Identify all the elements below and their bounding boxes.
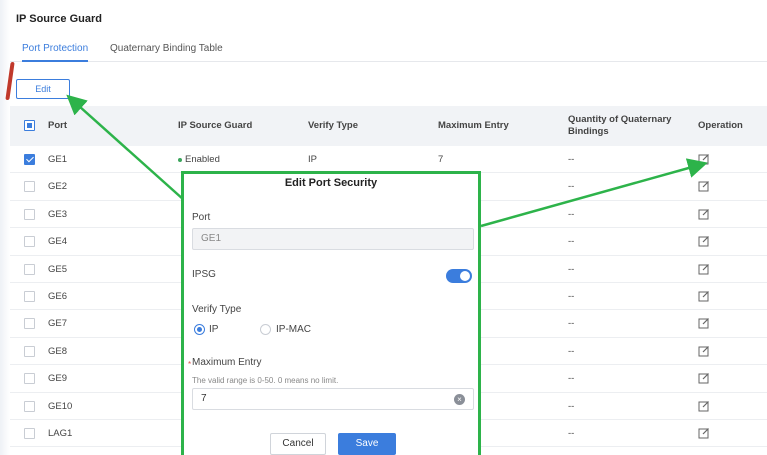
row-checkbox[interactable] [24, 181, 35, 193]
row-checkbox[interactable] [24, 263, 35, 275]
quantity-cell: -- [568, 236, 575, 248]
port-cell: GE6 [48, 290, 68, 302]
maximum-entry-hint: The valid range is 0-50. 0 means no limi… [192, 376, 339, 385]
edit-icon[interactable] [698, 153, 710, 165]
ipsg-toggle[interactable] [446, 269, 472, 283]
quantity-cell: -- [568, 427, 575, 439]
port-cell: GE3 [48, 208, 68, 220]
page-title: IP Source Guard [16, 13, 102, 25]
header-maximum-entry: Maximum Entry [438, 120, 509, 131]
row-checkbox[interactable] [24, 290, 35, 302]
ipsg-cell: Enabled [178, 146, 220, 173]
quantity-cell: -- [568, 318, 575, 330]
radio-ip-mac-label[interactable]: IP-MAC [276, 324, 311, 335]
left-edge [0, 0, 10, 455]
tab-quaternary-binding-table[interactable]: Quaternary Binding Table [110, 43, 223, 60]
quantity-cell: -- [568, 208, 575, 220]
save-button[interactable]: Save [338, 433, 396, 455]
port-cell: GE1 [48, 154, 68, 165]
header-ip-source-guard: IP Source Guard [178, 120, 253, 131]
verify-type-cell: IP [308, 154, 317, 165]
port-cell: LAG1 [48, 427, 73, 439]
edit-icon[interactable] [698, 208, 710, 220]
header-verify-type: Verify Type [308, 120, 358, 131]
maximum-entry-label: Maximum Entry [192, 357, 262, 368]
table-row: GE1 Enabled IP 7 -- [10, 146, 767, 174]
port-cell: GE4 [48, 236, 68, 248]
header-quantity: Quantity of Quaternary Bindings [568, 114, 672, 137]
edit-icon[interactable] [698, 345, 710, 357]
port-field: GE1 [192, 228, 474, 250]
verify-type-label: Verify Type [192, 304, 242, 315]
select-all-checkbox[interactable] [24, 120, 35, 131]
maximum-entry-input[interactable]: 7 × [192, 388, 474, 410]
edit-button[interactable]: Edit [16, 79, 70, 99]
row-checkbox[interactable] [24, 236, 35, 248]
edit-icon[interactable] [698, 180, 710, 192]
port-cell: GE5 [48, 263, 68, 275]
edit-icon[interactable] [698, 317, 710, 329]
edit-icon[interactable] [698, 427, 710, 439]
row-checkbox[interactable] [24, 427, 35, 439]
table-header: Port IP Source Guard Verify Type Maximum… [10, 106, 767, 146]
clear-icon[interactable]: × [454, 394, 465, 405]
port-cell: GE10 [48, 400, 73, 412]
port-label: Port [192, 212, 211, 223]
status-dot [178, 157, 182, 162]
quantity-cell: -- [568, 181, 575, 193]
tab-port-protection[interactable]: Port Protection [22, 43, 89, 62]
edit-port-security-dialog: Edit Port Security Port GE1 IPSG Verify … [181, 171, 481, 455]
radio-ip-label[interactable]: IP [209, 324, 218, 335]
maximum-entry-cell: 7 [438, 154, 444, 165]
port-cell: GE2 [48, 181, 68, 193]
edit-icon[interactable] [698, 400, 710, 412]
quantity-cell: -- [568, 400, 575, 412]
header-operation: Operation [698, 120, 743, 131]
row-checkbox[interactable] [24, 318, 35, 330]
required-mark: * [188, 360, 192, 369]
ipsg-status: Enabled [185, 154, 220, 165]
cancel-button[interactable]: Cancel [270, 433, 326, 455]
radio-ip-mac[interactable] [260, 324, 271, 335]
row-checkbox[interactable] [24, 208, 35, 220]
quantity-cell: -- [568, 263, 575, 275]
edit-icon[interactable] [698, 263, 710, 275]
port-cell: GE7 [48, 318, 68, 330]
header-port: Port [48, 120, 67, 131]
row-checkbox[interactable] [24, 400, 35, 412]
radio-ip[interactable] [194, 324, 205, 335]
quantity-cell: -- [568, 290, 575, 302]
edit-icon[interactable] [698, 235, 710, 247]
maximum-entry-value: 7 [201, 393, 207, 404]
tab-bar: Port Protection Quaternary Binding Table [10, 40, 767, 62]
port-cell: GE8 [48, 345, 68, 357]
dialog-title: Edit Port Security [284, 177, 378, 189]
row-checkbox[interactable] [24, 345, 35, 357]
edit-icon[interactable] [698, 290, 710, 302]
quantity-cell: -- [568, 345, 575, 357]
ipsg-label: IPSG [192, 269, 216, 280]
quantity-cell: -- [568, 373, 575, 385]
port-cell: GE9 [48, 373, 68, 385]
quantity-cell: -- [568, 154, 575, 165]
row-checkbox[interactable] [24, 154, 35, 165]
row-checkbox[interactable] [24, 373, 35, 385]
edit-icon[interactable] [698, 372, 710, 384]
